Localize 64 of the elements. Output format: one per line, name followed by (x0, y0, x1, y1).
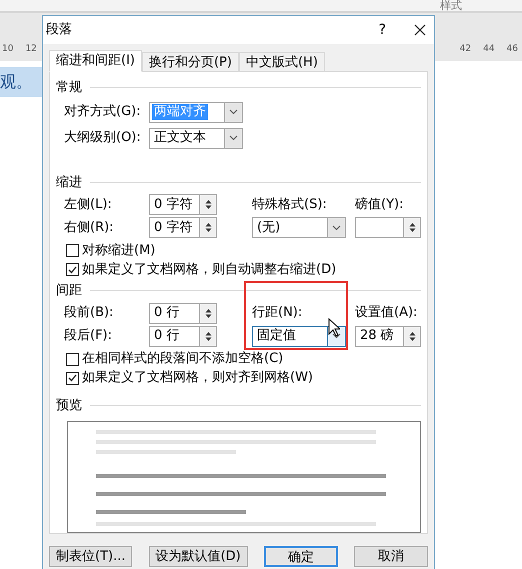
tab[interactable]: 中文版式(H) (238, 52, 325, 72)
combo-value: 两端对齐 (152, 104, 208, 120)
spin-field[interactable]: 28 磅 (355, 326, 421, 346)
checkbox-label: 如果定义了文档网格，则自动调整右缩进(D) (82, 260, 336, 279)
field-label: 左侧(L): (64, 196, 112, 214)
spin-arrows-icon (204, 308, 212, 318)
ruler-number: 44 (483, 43, 495, 56)
dialog-button[interactable]: 制表位(T)... (49, 546, 132, 567)
dialog-button[interactable]: 取消 (354, 546, 428, 567)
field-label: 对齐方式(G): (64, 103, 141, 122)
checkbox[interactable] (66, 263, 79, 276)
section-heading: 常规 (56, 79, 82, 97)
chevron-down-icon (229, 135, 238, 141)
combo-value: 固定值 (256, 328, 297, 344)
field-label: 大纲级别(O): (64, 129, 141, 148)
chevron-down-icon (332, 224, 341, 230)
spin-arrows-icon (204, 199, 212, 210)
spin-field[interactable]: 0 字符 (149, 217, 217, 238)
check-icon (68, 266, 77, 274)
combo-value: (无) (256, 220, 282, 236)
chevron-down-icon (332, 333, 341, 339)
combo-value: 正文文本 (153, 130, 207, 146)
field-label: 设置值(A): (355, 304, 418, 322)
dialog-title: 段落 (46, 21, 72, 40)
spin-field[interactable]: 0 行 (149, 326, 217, 346)
ruler-number: 42 (460, 43, 472, 56)
field-label: 特殊格式(S): (252, 196, 327, 214)
spin-arrows-icon (204, 222, 212, 233)
chevron-down-icon (229, 109, 238, 115)
section-heading: 预览 (56, 396, 82, 414)
checkbox[interactable] (66, 372, 79, 384)
spin-arrows-icon (408, 222, 416, 233)
ruler-number: 46 (506, 43, 518, 56)
section-heading: 缩进 (56, 174, 82, 192)
checkbox[interactable] (66, 352, 79, 366)
field-label: 行距(N): (252, 304, 302, 322)
checkbox-label: 在相同样式的段落间不添加空格(C) (82, 350, 284, 368)
dialog-button[interactable]: 确定 (264, 546, 338, 567)
ruler-number: 12 (25, 43, 37, 56)
spin-field[interactable] (355, 217, 421, 238)
ribbon-label: 样式 (440, 0, 462, 11)
checkbox-label: 对称缩进(M) (82, 242, 156, 260)
tab[interactable]: 缩进和间距(I) (49, 50, 142, 72)
dropdown[interactable]: 正文文本 (149, 128, 243, 148)
tab[interactable]: 换行和分页(P) (142, 52, 239, 72)
document-text: 观。 (0, 72, 32, 91)
field-label: 段后(F): (64, 327, 112, 346)
check-icon (68, 374, 77, 382)
close-icon[interactable] (414, 24, 426, 36)
dropdown[interactable]: (无) (252, 217, 346, 238)
spin-field[interactable]: 0 字符 (149, 194, 217, 215)
help-button[interactable]: ? (378, 20, 386, 40)
field-label: 右侧(R): (64, 218, 114, 237)
ruler-number: 10 (2, 43, 14, 56)
spin-arrows-icon (204, 330, 212, 342)
spin-field[interactable]: 0 行 (149, 302, 217, 324)
field-label: 段前(B): (64, 304, 114, 322)
spin-arrows-icon (408, 330, 416, 342)
field-label: 磅值(Y): (355, 196, 404, 214)
cursor-icon (328, 318, 340, 337)
section-heading: 间距 (56, 282, 82, 300)
checkbox[interactable] (66, 244, 79, 257)
checkbox-label: 如果定义了文档网格，则对齐到网格(W) (82, 369, 313, 388)
dialog-button[interactable]: 设为默认值(D) (148, 546, 248, 567)
